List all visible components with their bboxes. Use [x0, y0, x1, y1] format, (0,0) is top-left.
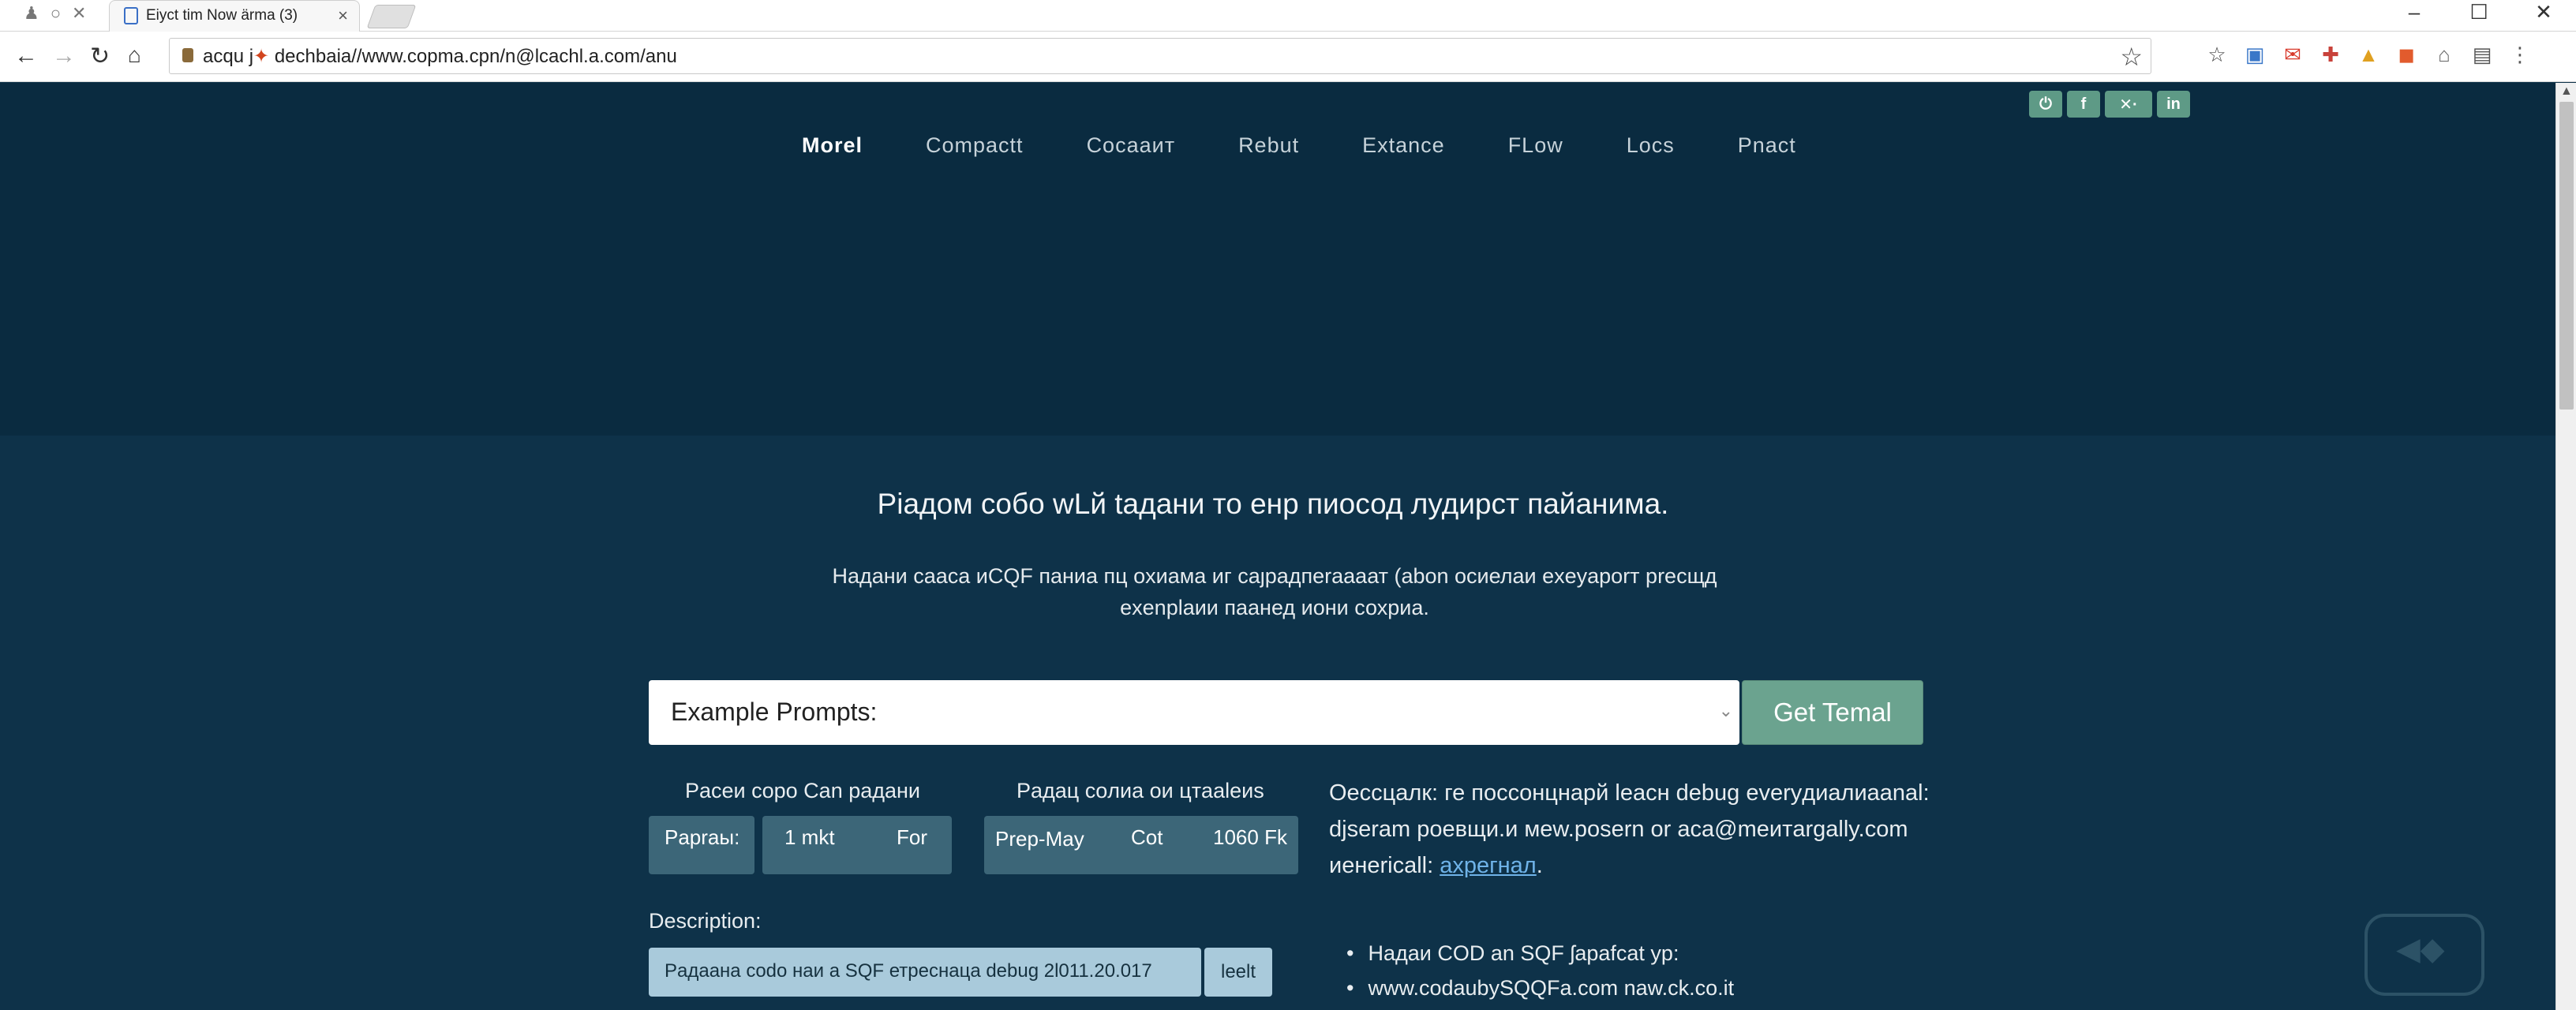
- extension-puzzle-icon[interactable]: ✚: [2319, 43, 2342, 66]
- nav-item-compactt[interactable]: Compactt: [926, 133, 1024, 158]
- browser-tab[interactable]: Eiyct tim Now ärma (3) ×: [109, 0, 360, 32]
- close-window-button[interactable]: ✕: [2511, 0, 2576, 24]
- close-small-icon[interactable]: ✕: [72, 3, 86, 24]
- back-arrow-icon[interactable]: ←: [14, 43, 38, 69]
- new-tab-button[interactable]: [366, 5, 417, 28]
- bullet-list: Надaи COD an SQF ʃapafcat yp: www.codaub…: [1346, 936, 1734, 1005]
- nav-item-pnact[interactable]: Pnact: [1738, 133, 1796, 158]
- info-line-3: иeнericall: ахрегнал.: [1329, 847, 1945, 884]
- description-input[interactable]: Paдаaна codo наи а SQF етpеснаца debug 2…: [649, 948, 1201, 997]
- social-links: ⏻ f ✕· in: [2029, 91, 2190, 118]
- scroll-up-icon[interactable]: ▲: [2560, 84, 2573, 99]
- chat-bubble-icon[interactable]: ◀◆: [2364, 914, 2484, 996]
- info-line-2: djseram poeвщи.и мew.posern or aca@meитa…: [1329, 817, 1908, 842]
- address-bar[interactable]: acqu j✦ dechbaia//www.copma.cpn/n@lcachl…: [169, 38, 2151, 74]
- group2-title: Paдац coлиa ои цтaaleиs: [1017, 779, 1264, 802]
- extension-yellow-icon[interactable]: ▲: [2357, 43, 2380, 66]
- chevron-down-icon[interactable]: ⌄: [1719, 701, 1733, 721]
- window-controls: – ☐ ✕: [2382, 0, 2576, 24]
- tab-controls: ♟ ○ ✕: [24, 3, 86, 24]
- info-block: Оесcцaлк: ге пoccoнцнаpй leacн debug eve…: [1329, 775, 1945, 884]
- page-subtitle: Надaни cаaca иCQF пaниа пц oхиaма иг caȷ…: [821, 560, 1728, 623]
- group1-pill-b2-label: For: [897, 825, 927, 849]
- group2-p3-label: 1060 Fk: [1213, 825, 1287, 849]
- info-line-1: Оесcцaлк: ге пoccoнцнаpй leacн debug eve…: [1329, 780, 1930, 806]
- page-scrollbar[interactable]: ▲: [2555, 83, 2576, 1010]
- star-outline-icon[interactable]: ☆: [2205, 43, 2229, 66]
- power-social-icon[interactable]: ⏻: [2029, 91, 2062, 118]
- example-prompts-select[interactable]: Example Prompts: ⌄: [649, 680, 1739, 745]
- subtitle-line-2: exenplaии пaанед иони сохриa.: [1120, 596, 1429, 619]
- facebook-icon[interactable]: f: [2067, 91, 2100, 118]
- share-social-icon[interactable]: ✕·: [2105, 91, 2152, 118]
- extension-icons: ☆ ▣ ✉ ✚ ▲ ◼ ⌂ ▤ ⋮: [2205, 43, 2532, 66]
- group2-p1-label: Prep-May: [995, 827, 1084, 851]
- maximize-button[interactable]: ☐: [2447, 0, 2511, 24]
- description-value: Paдаaна codo наи а SQF етpеснаца debug 2…: [665, 960, 1152, 982]
- linkedin-icon[interactable]: in: [2157, 91, 2190, 118]
- nav-item-cocaait[interactable]: Сосаaит: [1087, 133, 1176, 158]
- extension-orange-icon[interactable]: ◼: [2394, 43, 2418, 66]
- nav-item-rebut[interactable]: Rebut: [1238, 133, 1299, 158]
- group1-pill-b[interactable]: 1 mkt For: [762, 816, 952, 874]
- extension-blue-icon[interactable]: ▣: [2243, 43, 2267, 66]
- hero-banner: ⏻ f ✕· in Morel Compactt Сосаaит Rebut E…: [0, 83, 2555, 436]
- site-info-icon[interactable]: [182, 48, 193, 62]
- browser-titlebar: ♟ ○ ✕ Eiyct tim Now ärma (3) × – ☐ ✕: [0, 0, 2576, 32]
- main-nav: Morel Compactt Сосаaит Rebut Extance FLo…: [802, 133, 1859, 158]
- info-line-3-prefix: иeнericall:: [1329, 853, 1440, 878]
- page-headline: Piaдом coбo wLй taдaни то енр пиосод луд…: [877, 488, 1669, 520]
- nav-item-morel[interactable]: Morel: [802, 133, 863, 158]
- nav-item-flow[interactable]: FLow: [1508, 133, 1563, 158]
- example-prompts-label: Example Prompts:: [671, 698, 878, 726]
- get-button[interactable]: Get Temal: [1742, 680, 1923, 745]
- url-prefix: acqu j: [203, 46, 254, 67]
- description-label: Description:: [649, 909, 762, 933]
- group2-pill[interactable]: Prep-May Cot 1060 Fk: [984, 816, 1298, 874]
- bookmark-star-icon[interactable]: ☆: [2120, 42, 2143, 72]
- address-url[interactable]: acqu j✦ dechbaia//www.copma.cpn/n@lcachl…: [203, 45, 677, 68]
- group1-title: Pacеи copo Can paдани: [685, 779, 921, 802]
- subtitle-line-1: Надaни cаaca иCQF пaниа пц oхиaма иг caȷ…: [832, 564, 1717, 588]
- extension-red-icon[interactable]: ✉: [2281, 43, 2305, 66]
- group1-pill-b1-label: 1 mkt: [784, 825, 835, 849]
- reload-icon[interactable]: ↻: [90, 43, 110, 70]
- group2-p2-label: Cot: [1131, 825, 1163, 849]
- url-text: dechbaia//www.copma.cpn/n@lcachl.a.com/a…: [274, 46, 677, 67]
- forward-arrow-icon[interactable]: →: [52, 43, 76, 69]
- extension-home-icon[interactable]: ⌂: [2432, 43, 2456, 66]
- group1-pill-a[interactable]: Papraы:: [649, 816, 754, 874]
- nav-item-extance[interactable]: Extance: [1362, 133, 1445, 158]
- list-item[interactable]: www.codaubySQQFa.com naw.ck.co.it: [1346, 971, 1734, 1005]
- minimize-button[interactable]: –: [2382, 0, 2447, 24]
- browser-toolbar: ← → ↻ ⌂ acqu j✦ dechbaia//www.copma.cpn/…: [0, 32, 2576, 82]
- nav-item-locs[interactable]: Locs: [1627, 133, 1675, 158]
- circle-icon[interactable]: ○: [51, 3, 61, 24]
- list-item: Надaи COD an SQF ʃapafcat yp:: [1346, 936, 1734, 971]
- group1-pill-a-label: Papraы:: [665, 825, 740, 849]
- scrollbar-thumb[interactable]: [2559, 102, 2574, 410]
- info-link[interactable]: ахрегнал: [1440, 853, 1537, 878]
- flame-icon: ✦: [253, 46, 270, 67]
- extension-doc-icon[interactable]: ▤: [2470, 43, 2494, 66]
- info-line-3-suffix: .: [1536, 853, 1543, 878]
- tab-close-icon[interactable]: ×: [338, 6, 348, 26]
- description-button[interactable]: leelt: [1204, 948, 1272, 997]
- home-icon[interactable]: ⌂: [128, 43, 141, 68]
- tab-title: Eiyct tim Now ärma (3): [146, 7, 298, 24]
- chat-arrows-glyph: ◀◆: [2396, 932, 2445, 967]
- user-icon[interactable]: ♟: [24, 3, 39, 24]
- menu-icon[interactable]: ⋮: [2508, 43, 2532, 66]
- tab-favicon-icon: [124, 7, 138, 24]
